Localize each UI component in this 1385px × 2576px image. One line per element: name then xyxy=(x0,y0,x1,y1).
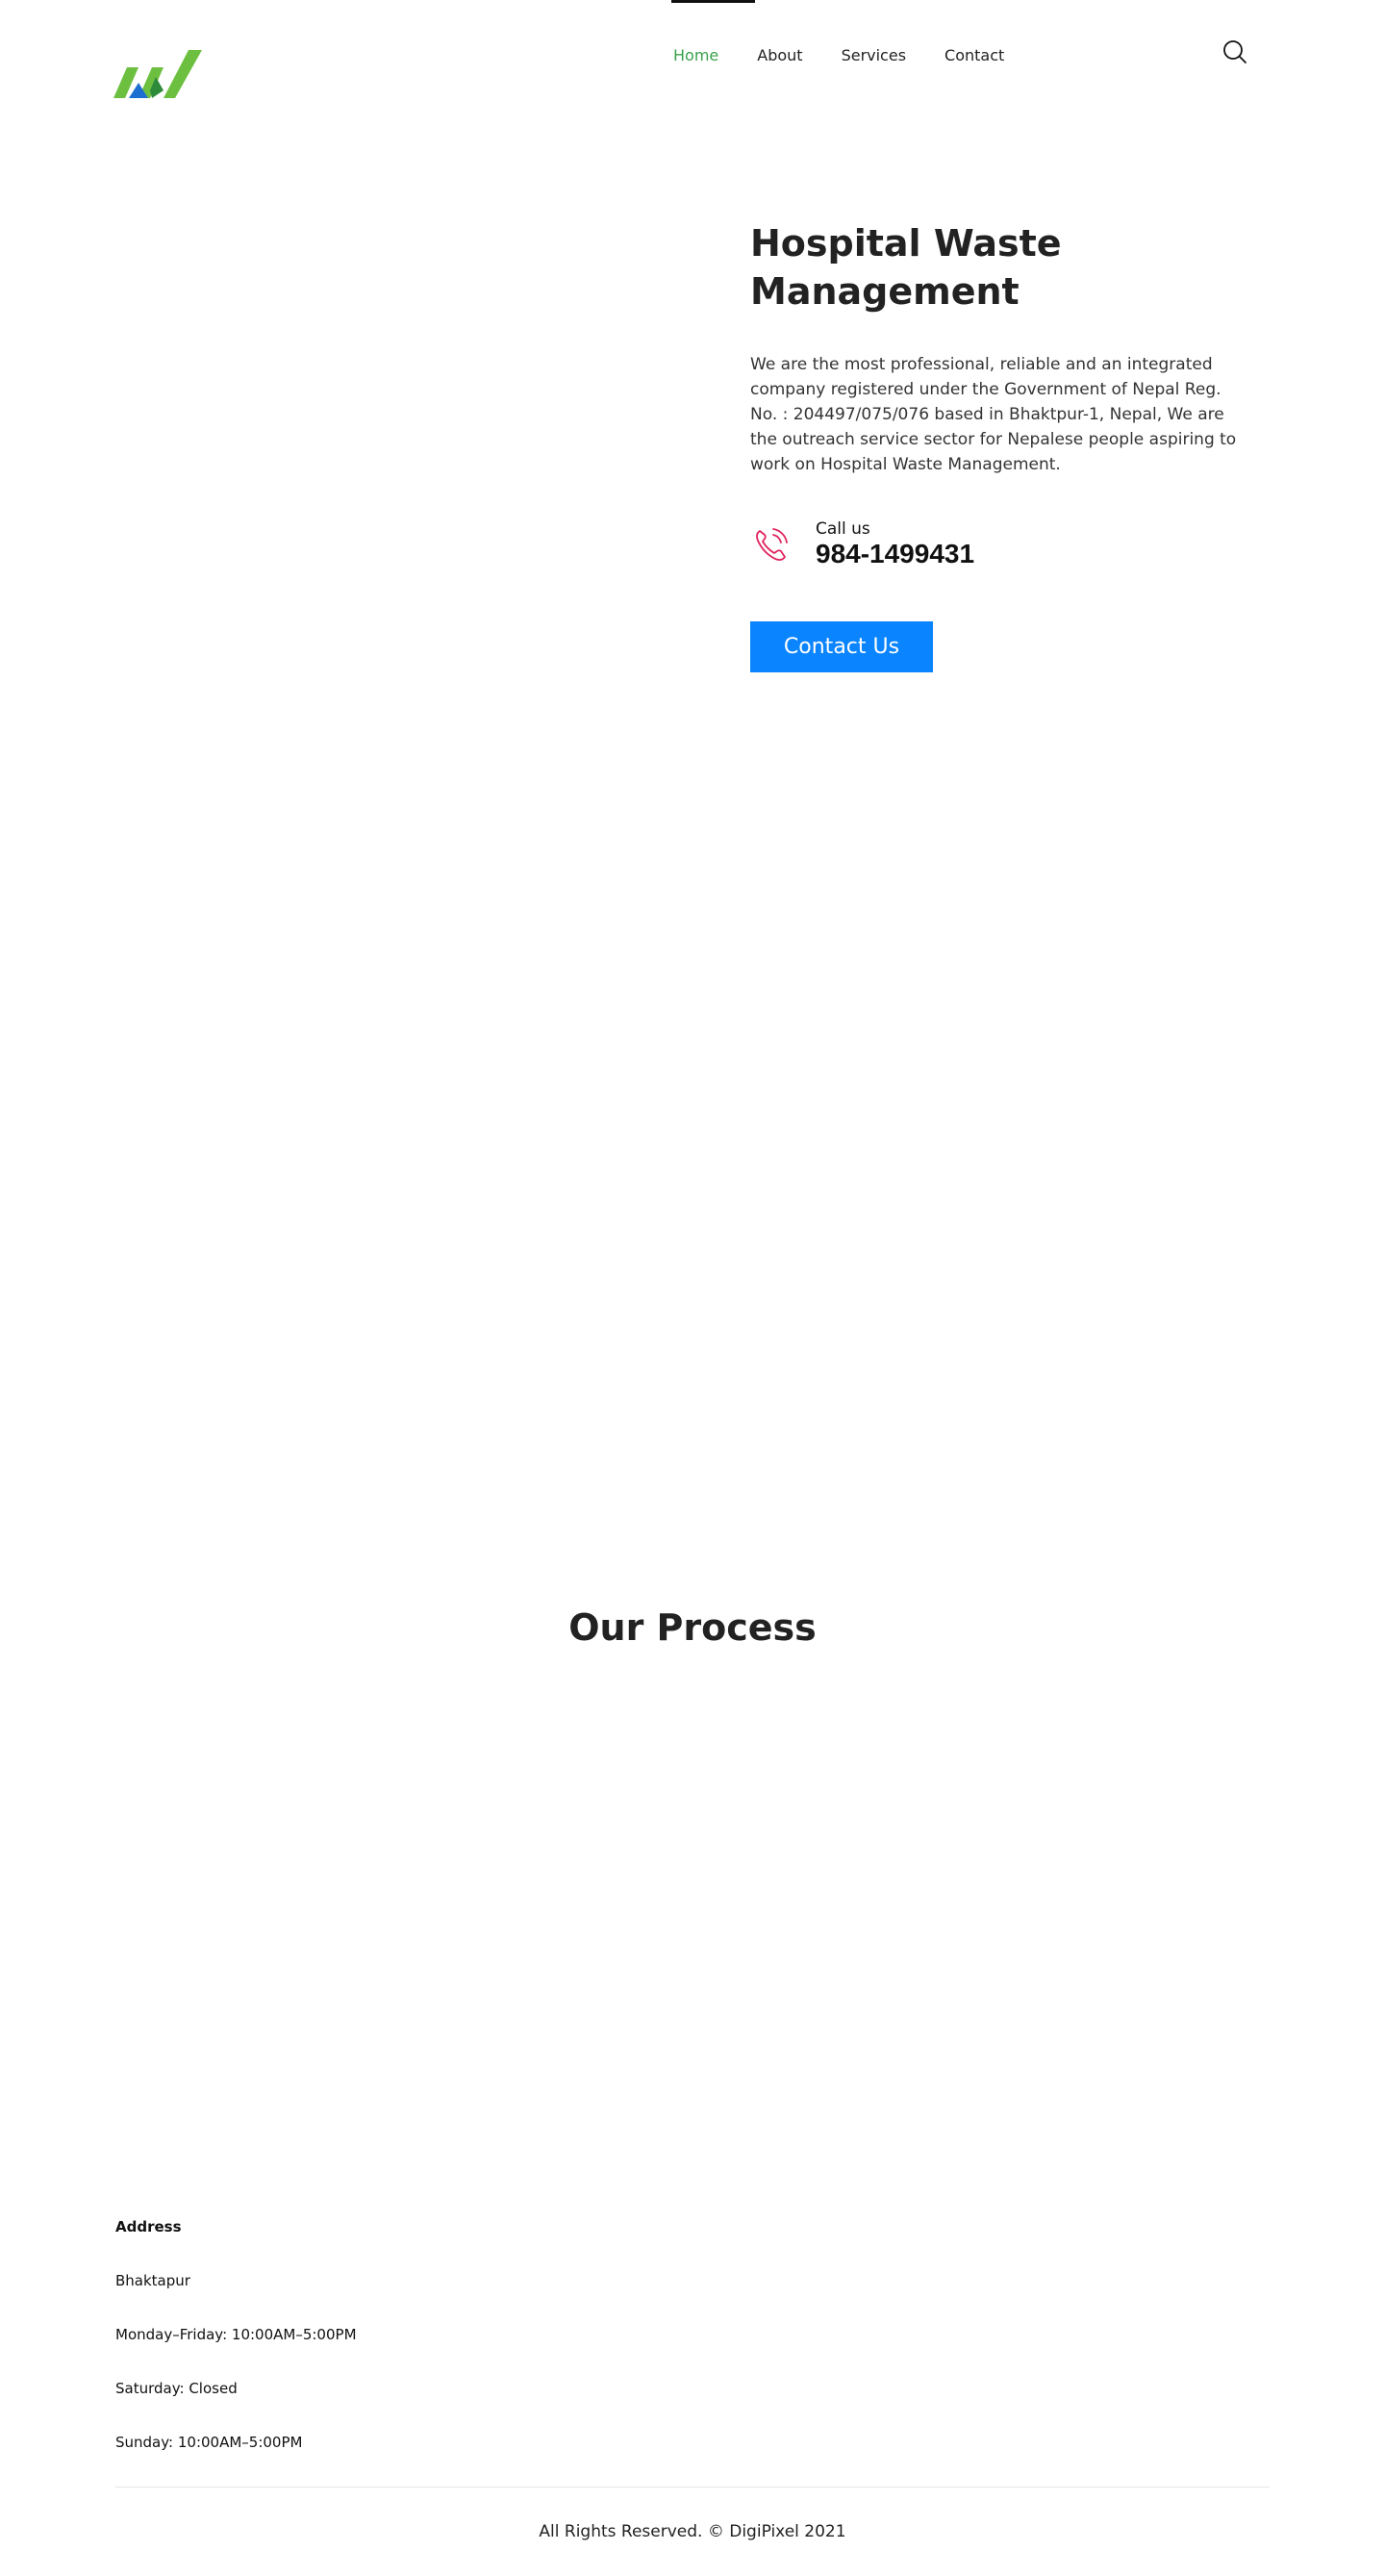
call-label: Call us xyxy=(816,519,870,539)
nav-item-contact[interactable]: Contact xyxy=(944,42,1004,64)
process-title: Our Process xyxy=(568,1606,817,1649)
call-text: Call us 984-1499431 xyxy=(816,519,974,569)
footer-address-block: Address Bhaktapur Monday–Friday: 10:00AM… xyxy=(115,2218,357,2488)
call-number[interactable]: 984-1499431 xyxy=(816,539,974,569)
phone-icon xyxy=(750,523,793,566)
nav-item-home[interactable]: Home xyxy=(673,42,718,64)
hours-weekdays: Monday–Friday: 10:00AM–5:00PM xyxy=(115,2326,357,2343)
footer-divider xyxy=(115,2487,1270,2488)
hero-description: We are the most professional, reliable a… xyxy=(750,355,1237,474)
nav-item-about[interactable]: About xyxy=(757,42,802,64)
logo-mark[interactable] xyxy=(113,48,202,102)
call-block[interactable]: Call us 984-1499431 xyxy=(750,519,1250,569)
address-text: Bhaktapur xyxy=(115,2272,190,2289)
hero-title: Hospital Waste Management xyxy=(750,222,1062,313)
site-header: Home About Services Contact xyxy=(0,0,1385,106)
copyright-text: All Rights Reserved. © DigiPixel 2021 xyxy=(539,2522,846,2541)
nav-item-services[interactable]: Services xyxy=(842,42,906,64)
hero-section: Hospital Waste Management We are the mos… xyxy=(750,219,1250,672)
contact-us-button[interactable]: Contact Us xyxy=(750,621,933,672)
address-heading: Address xyxy=(115,2218,182,2235)
main-nav: Home About Services Contact xyxy=(673,0,1043,106)
hours-sunday: Sunday: 10:00AM–5:00PM xyxy=(115,2434,303,2451)
hours-saturday: Saturday: Closed xyxy=(115,2380,238,2397)
search-icon[interactable] xyxy=(1221,38,1250,67)
